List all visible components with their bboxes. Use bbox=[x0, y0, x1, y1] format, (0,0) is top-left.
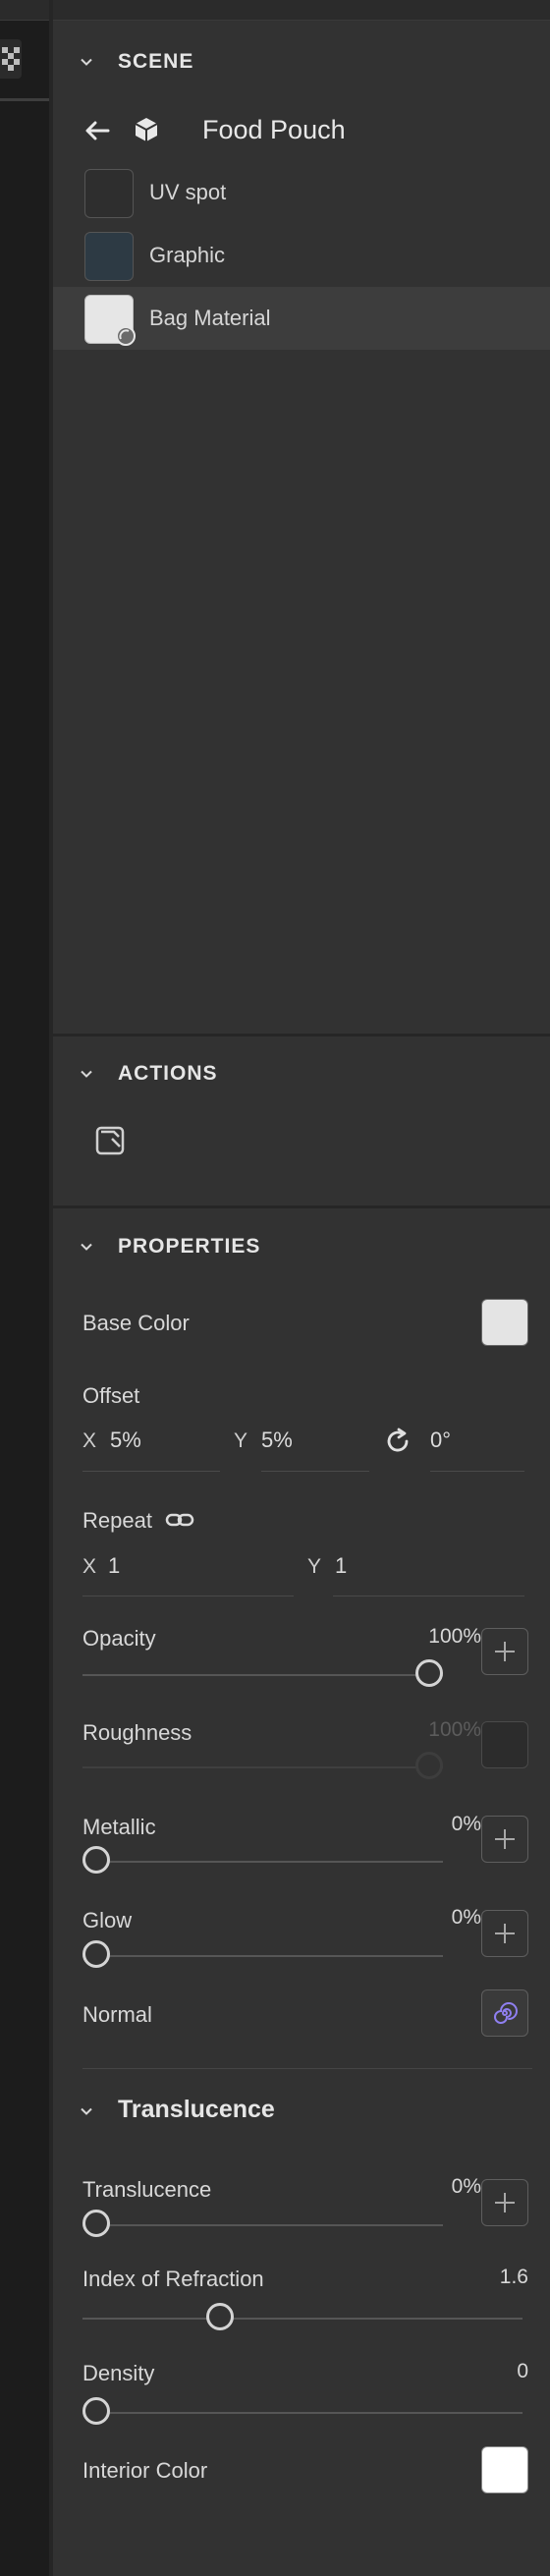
rotate-icon[interactable] bbox=[383, 1427, 412, 1456]
roughness-value: 100% bbox=[428, 1718, 481, 1741]
offset-y-underline bbox=[261, 1471, 369, 1472]
ior-label: Index of Refraction bbox=[82, 2267, 264, 2291]
translucence-slider[interactable] bbox=[82, 2210, 443, 2241]
normal-map-button[interactable] bbox=[481, 1989, 528, 2037]
section-divider bbox=[53, 1034, 550, 1036]
glow-add-texture-button[interactable] bbox=[481, 1910, 528, 1957]
breadcrumb: Food Pouch bbox=[82, 110, 534, 149]
repeat-y-field[interactable]: 1 bbox=[335, 1553, 347, 1579]
metallic-value: 0% bbox=[451, 1813, 481, 1835]
chevron-down-icon bbox=[81, 1070, 92, 1078]
normal-label: Normal bbox=[82, 2002, 152, 2027]
translucence-label: Translucence bbox=[82, 2177, 212, 2202]
slider-thumb[interactable] bbox=[82, 1846, 110, 1874]
scene-title: SCENE bbox=[118, 50, 194, 73]
opacity-slider[interactable] bbox=[82, 1659, 443, 1691]
slider-track bbox=[82, 1861, 443, 1863]
viewport-topbar bbox=[0, 0, 49, 21]
opacity-label: Opacity bbox=[82, 1626, 156, 1651]
offset-y-field[interactable]: 5% bbox=[261, 1428, 293, 1453]
slider-track bbox=[82, 2224, 443, 2226]
repeat-x-field[interactable]: 1 bbox=[108, 1553, 120, 1579]
slider-track bbox=[82, 1674, 443, 1676]
ior-slider[interactable] bbox=[82, 2303, 522, 2334]
ior-value: 1.6 bbox=[499, 2266, 528, 2288]
back-arrow-icon[interactable] bbox=[82, 116, 112, 145]
viewport-divider bbox=[0, 98, 49, 101]
chevron-down-icon bbox=[81, 1243, 92, 1251]
chevron-down-icon bbox=[81, 58, 92, 66]
roughness-label: Roughness bbox=[82, 1720, 192, 1745]
slider-thumb[interactable] bbox=[415, 1659, 443, 1687]
opacity-add-texture-button[interactable] bbox=[481, 1628, 528, 1675]
slider-thumb bbox=[415, 1752, 443, 1779]
scene-item-label: Bag Material bbox=[149, 306, 271, 330]
offset-x-field[interactable]: 5% bbox=[110, 1428, 141, 1453]
translucence-add-texture-button[interactable] bbox=[481, 2179, 528, 2226]
offset-y-prefix: Y bbox=[234, 1429, 248, 1452]
density-label: Density bbox=[82, 2361, 155, 2385]
model-cube-icon bbox=[135, 118, 158, 141]
translucence-value: 0% bbox=[451, 2175, 481, 2198]
base-color-swatch[interactable] bbox=[481, 1299, 528, 1346]
properties-title: PROPERTIES bbox=[118, 1235, 261, 1258]
chevron-down-icon[interactable] bbox=[79, 2103, 94, 2119]
density-value: 0 bbox=[517, 2360, 528, 2382]
material-thumbnail bbox=[84, 169, 134, 218]
slider-thumb[interactable] bbox=[82, 2397, 110, 2425]
interior-color-label: Interior Color bbox=[82, 2458, 208, 2483]
offset-x-prefix: X bbox=[82, 1429, 97, 1452]
repeat-x-prefix: X bbox=[82, 1555, 97, 1578]
offset-x-underline bbox=[82, 1471, 220, 1472]
scene-item-graphic[interactable]: Graphic bbox=[53, 224, 550, 287]
roughness-slider bbox=[82, 1752, 443, 1783]
metallic-slider[interactable] bbox=[82, 1846, 443, 1877]
interior-color-swatch[interactable] bbox=[481, 2446, 528, 2493]
rotation-underline bbox=[430, 1471, 524, 1472]
base-color-label: Base Color bbox=[82, 1311, 190, 1335]
density-slider[interactable] bbox=[82, 2397, 522, 2429]
slider-thumb[interactable] bbox=[82, 1940, 110, 1968]
slider-thumb[interactable] bbox=[206, 2303, 234, 2330]
offset-label: Offset bbox=[82, 1383, 140, 1408]
material-apply-icon[interactable] bbox=[94, 1125, 126, 1156]
repeat-y-prefix: Y bbox=[307, 1555, 322, 1578]
material-badge-icon bbox=[116, 326, 136, 346]
slider-track bbox=[82, 1955, 443, 1957]
subsection-divider bbox=[82, 2068, 532, 2069]
right-panel: SCENE Food Pouch UV spot Graphic Bag Mat… bbox=[53, 0, 550, 2576]
slider-thumb[interactable] bbox=[82, 2210, 110, 2237]
transparency-grid-icon[interactable] bbox=[0, 39, 22, 79]
translucence-group-title[interactable]: Translucence bbox=[118, 2096, 275, 2124]
section-divider bbox=[53, 1205, 550, 1208]
opacity-value: 100% bbox=[428, 1625, 481, 1648]
actions-section-header[interactable]: ACTIONS bbox=[53, 1051, 550, 1096]
roughness-texture-slot[interactable] bbox=[481, 1721, 528, 1768]
scene-item-label: Graphic bbox=[149, 243, 226, 267]
glow-slider[interactable] bbox=[82, 1940, 443, 1972]
metallic-label: Metallic bbox=[82, 1815, 156, 1839]
link-icon[interactable] bbox=[165, 1508, 194, 1532]
glow-value: 0% bbox=[451, 1906, 481, 1929]
slider-track bbox=[82, 2318, 522, 2320]
normal-map-swirl-icon bbox=[494, 2002, 518, 2024]
material-thumbnail bbox=[84, 295, 136, 346]
actions-title: ACTIONS bbox=[118, 1062, 218, 1085]
scene-item-uv-spot[interactable]: UV spot bbox=[53, 161, 550, 224]
scene-section-header[interactable]: SCENE bbox=[53, 39, 550, 84]
rotation-field[interactable]: 0° bbox=[430, 1428, 451, 1453]
viewport-edge bbox=[0, 0, 49, 2576]
repeat-label: Repeat bbox=[82, 1508, 152, 1533]
scene-item-bag-material[interactable]: Bag Material bbox=[53, 287, 550, 350]
properties-section-header[interactable]: PROPERTIES bbox=[53, 1224, 550, 1269]
scene-item-label: UV spot bbox=[149, 180, 227, 204]
metallic-add-texture-button[interactable] bbox=[481, 1816, 528, 1863]
glow-label: Glow bbox=[82, 1908, 133, 1932]
material-thumbnail bbox=[84, 232, 134, 281]
model-name: Food Pouch bbox=[202, 115, 346, 144]
slider-track bbox=[82, 1766, 443, 1768]
slider-track bbox=[82, 2412, 522, 2414]
panel-topbar bbox=[53, 0, 550, 21]
